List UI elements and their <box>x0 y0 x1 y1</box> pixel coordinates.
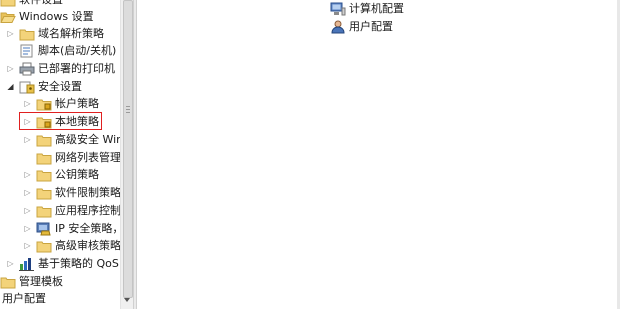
expand-arrow-icon[interactable]: ▷ <box>23 95 32 112</box>
folder-open-icon <box>0 10 16 24</box>
grip-line <box>126 106 130 107</box>
navigation-tree: 软件设置 Windows 设置 ▷ 域名解析策略 脚本(启动/关机) ▷ 已部署… <box>0 0 120 309</box>
user-configuration-item[interactable]: 用户配置 <box>330 18 393 36</box>
expand-arrow-icon[interactable]: ▷ <box>23 166 32 183</box>
tree-item-label: 管理模板 <box>19 275 63 288</box>
grip-line <box>126 109 130 110</box>
tree-item-label: 高级审核策略 <box>55 239 120 252</box>
collapse-arrow-icon[interactable]: ◢ <box>6 78 15 95</box>
tree-item-label: 公钥策略 <box>55 168 99 181</box>
tree-item-user-configuration[interactable]: 用户配置 <box>2 290 46 307</box>
tree-item-scripts[interactable]: 脚本(启动/关机) <box>19 42 116 59</box>
scroll-down-icon[interactable] <box>124 298 130 302</box>
tree-scrollbar[interactable] <box>120 0 133 309</box>
tree-item-admin-templates[interactable]: 管理模板 <box>0 273 63 290</box>
folder-icon <box>36 186 52 200</box>
secure-folder-icon <box>36 97 52 111</box>
expand-arrow-icon[interactable]: ▷ <box>23 237 32 254</box>
user-icon <box>330 20 346 34</box>
tree-item-label: 已部署的打印机 <box>38 62 115 75</box>
tree-item-advanced-firewall[interactable]: ▷ 高级安全 Win <box>23 131 120 148</box>
computer-configuration-item[interactable]: 计算机配置 <box>330 0 404 18</box>
expand-arrow-icon[interactable]: ▷ <box>23 220 32 237</box>
computer-configuration-label: 计算机配置 <box>349 2 404 15</box>
expand-arrow-icon[interactable]: ▷ <box>6 60 15 77</box>
security-settings-icon <box>19 80 35 94</box>
tree-item-label: 应用程序控制 <box>55 204 120 217</box>
folder-icon <box>36 168 52 182</box>
tree-item-software-settings[interactable]: 软件设置 <box>0 0 63 8</box>
bar-chart-icon <box>19 257 35 271</box>
tree-item-label: 软件设置 <box>19 0 63 8</box>
folder-icon <box>36 204 52 218</box>
expand-arrow-icon[interactable]: ▷ <box>6 25 15 42</box>
tree-item-deployed-printers[interactable]: ▷ 已部署的打印机 <box>6 60 115 77</box>
tree-item-network-list-manager[interactable]: 网络列表管理 <box>36 149 120 166</box>
folder-icon <box>36 151 52 165</box>
folder-icon <box>36 133 52 147</box>
details-pane: 计算机配置 用户配置 <box>137 0 620 309</box>
tree-item-label: 基于策略的 QoS <box>38 257 119 270</box>
tree-item-software-restriction[interactable]: ▷ 软件限制策略 <box>23 184 120 201</box>
tree-item-ip-security[interactable]: ▷ IP 安全策略， <box>23 220 120 237</box>
scrollbar-thumb[interactable] <box>123 0 133 298</box>
script-icon <box>19 44 35 58</box>
folder-icon <box>0 0 16 7</box>
tree-item-label: 帐户策略 <box>55 97 99 110</box>
expand-arrow-icon[interactable]: ▷ <box>23 131 32 148</box>
tree-item-label: IP 安全策略， <box>55 222 120 235</box>
tree-item-application-control[interactable]: ▷ 应用程序控制 <box>23 202 120 219</box>
grip-line <box>126 112 130 113</box>
user-configuration-label: 用户配置 <box>349 20 393 33</box>
tree-item-label: 软件限制策略 <box>55 186 120 199</box>
tree-item-windows-settings[interactable]: Windows 设置 <box>0 8 94 25</box>
tree-item-label: 脚本(启动/关机) <box>38 44 117 57</box>
tree-item-label: 网络列表管理 <box>55 151 120 164</box>
computer-icon <box>330 2 346 16</box>
tree-item-label: 用户配置 <box>2 292 46 305</box>
tree-item-account-policies[interactable]: ▷ 帐户策略 <box>23 95 99 112</box>
tree-item-label: Windows 设置 <box>19 10 94 23</box>
printer-icon <box>19 62 35 76</box>
tree-item-policy-based-qos[interactable]: ▷ 基于策略的 QoS <box>6 255 119 272</box>
ip-security-icon <box>36 222 52 236</box>
expand-arrow-icon[interactable]: ▷ <box>6 255 15 272</box>
folder-icon <box>19 27 35 41</box>
tree-item-label: 高级安全 Win <box>55 133 120 146</box>
tree-item-advanced-audit[interactable]: ▷ 高级审核策略 <box>23 237 120 254</box>
expand-arrow-icon[interactable]: ▷ <box>23 202 32 219</box>
folder-icon <box>36 239 52 253</box>
tree-item-name-resolution-policy[interactable]: ▷ 域名解析策略 <box>6 25 104 42</box>
expand-arrow-icon[interactable]: ▷ <box>23 184 32 201</box>
tree-item-label: 域名解析策略 <box>38 27 104 40</box>
tree-item-public-key-policies[interactable]: ▷ 公钥策略 <box>23 166 99 183</box>
folder-icon <box>0 275 16 289</box>
tree-item-security-settings[interactable]: ◢ 安全设置 <box>6 78 82 95</box>
tree-item-label: 安全设置 <box>38 80 82 93</box>
highlight-box <box>19 112 102 130</box>
